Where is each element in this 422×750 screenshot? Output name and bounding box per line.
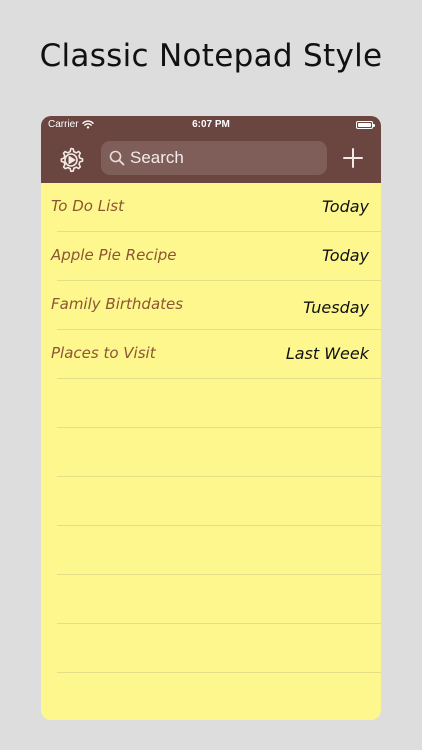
plus-icon xyxy=(343,148,363,168)
paper-rule-line xyxy=(57,427,381,428)
paper-rule-line xyxy=(57,623,381,624)
note-title: Apple Pie Recipe xyxy=(51,246,177,264)
search-icon xyxy=(109,150,125,166)
note-row[interactable]: Apple Pie Recipe Today xyxy=(41,232,381,281)
search-field[interactable] xyxy=(101,141,327,175)
note-title: Family Birthdates xyxy=(51,295,184,313)
notes-list: To Do List Today Apple Pie Recipe Today … xyxy=(41,183,381,720)
gear-play-icon xyxy=(60,147,84,173)
note-row[interactable]: To Do List Today xyxy=(41,183,381,232)
screenshot-headline: Classic Notepad Style xyxy=(39,38,383,74)
note-date: Today xyxy=(321,197,369,216)
add-note-button[interactable] xyxy=(341,146,365,170)
paper-rule-line xyxy=(57,525,381,526)
settings-button[interactable] xyxy=(57,145,85,173)
paper-rule-line xyxy=(57,672,381,673)
note-date: Today xyxy=(321,246,369,265)
status-time: 6:07 PM xyxy=(192,119,230,130)
paper-rule-line xyxy=(57,476,381,477)
status-bar: Carrier 6:07 PM xyxy=(41,116,381,136)
note-date: Last Week xyxy=(285,344,369,363)
paper-rule-line xyxy=(57,574,381,575)
row-divider xyxy=(57,378,381,379)
nav-bar xyxy=(41,136,381,183)
note-title: Places to Visit xyxy=(51,344,156,362)
note-date: Tuesday xyxy=(303,298,369,317)
search-input[interactable] xyxy=(130,148,310,168)
note-row[interactable]: Family Birthdates Tuesday xyxy=(41,281,381,330)
note-title: To Do List xyxy=(51,197,124,215)
note-row[interactable]: Places to Visit Last Week xyxy=(41,330,381,379)
battery-icon xyxy=(356,121,375,129)
phone-screen: Carrier 6:07 PM Search To Do List Today … xyxy=(41,116,381,720)
